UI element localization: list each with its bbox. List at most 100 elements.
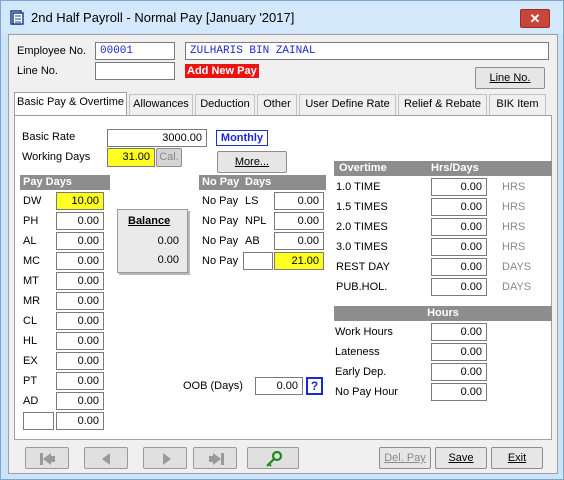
tab-user-define-rate[interactable]: User Define Rate — [299, 94, 396, 115]
pay-day-ad-input[interactable]: 0.00 — [56, 392, 104, 410]
pay-day-mc-input[interactable]: 0.00 — [56, 252, 104, 270]
no-pay-custom-code-input[interactable] — [243, 252, 273, 270]
first-record-button[interactable] — [25, 447, 69, 469]
last-record-button[interactable] — [193, 447, 237, 469]
previous-record-button[interactable] — [84, 447, 128, 469]
employee-no-input[interactable]: 00001 — [95, 42, 175, 60]
pay-day-cl-input[interactable]: 0.00 — [56, 312, 104, 330]
pay-day-hl-input[interactable]: 0.00 — [56, 332, 104, 350]
tab-deduction[interactable]: Deduction — [195, 94, 255, 115]
search-button[interactable] — [247, 447, 299, 469]
no-pay-custom-input[interactable]: 21.00 — [274, 252, 324, 270]
working-days-input[interactable]: 31.00 — [107, 148, 155, 167]
pay-day-pt-input[interactable]: 0.00 — [56, 372, 104, 390]
tab-allowances[interactable]: Allowances — [129, 94, 193, 115]
oob-input[interactable]: 0.00 — [255, 377, 303, 395]
tab-basic-pay-overtime[interactable]: Basic Pay & Overtime — [14, 92, 127, 116]
overtime-unit: HRS — [502, 241, 526, 253]
app-icon — [10, 10, 24, 25]
pay-day-code: CL — [23, 315, 38, 327]
pay-day-al-input[interactable]: 0.00 — [56, 232, 104, 250]
basic-rate-input[interactable]: 3000.00 — [107, 129, 207, 147]
line-no-button[interactable]: Line No. — [475, 67, 545, 89]
key-icon — [266, 451, 283, 467]
pay-day-custom-input[interactable]: 0.00 — [56, 412, 104, 430]
overtime-1-5-input[interactable]: 0.00 — [431, 198, 487, 216]
basic-pay-overtime-panel: Basic Rate 3000.00 Monthly Working Days … — [14, 115, 552, 440]
add-new-pay-label[interactable]: Add New Pay — [185, 64, 259, 78]
hours-label: Work Hours — [335, 326, 393, 338]
pay-day-mt-input[interactable]: 0.00 — [56, 272, 104, 290]
next-record-icon — [163, 453, 171, 465]
pub-hol-input[interactable]: 0.00 — [431, 278, 487, 296]
oob-help-button[interactable]: ? — [306, 377, 323, 395]
close-button[interactable]: ✕ — [520, 9, 550, 28]
overtime-label: 1.0 TIME — [336, 181, 381, 193]
hours-label: Early Dep. — [335, 366, 387, 378]
window-title: 2nd Half Payroll - Normal Pay [January '… — [31, 10, 295, 25]
employee-name-field: ZULHARIS BIN ZAINAL — [185, 42, 549, 60]
cal-button[interactable]: Cal. — [156, 148, 182, 167]
overtime-3-0-input[interactable]: 0.00 — [431, 238, 487, 256]
lateness-input[interactable]: 0.00 — [431, 343, 487, 361]
close-icon: ✕ — [529, 11, 541, 26]
title-bar[interactable]: 2nd Half Payroll - Normal Pay [January '… — [1, 1, 563, 33]
no-pay-prefix: No Pay — [202, 195, 239, 207]
early-dep-input[interactable]: 0.00 — [431, 363, 487, 381]
tab-other[interactable]: Other — [257, 94, 297, 115]
previous-record-icon — [102, 453, 110, 465]
hours-label: Lateness — [335, 346, 380, 358]
pay-day-ex-input[interactable]: 0.00 — [56, 352, 104, 370]
work-hours-input[interactable]: 0.00 — [431, 323, 487, 341]
line-no-input[interactable] — [95, 62, 175, 80]
pay-day-code: PT — [23, 375, 38, 387]
delete-pay-button-label: Del. Pay — [384, 452, 426, 464]
overtime-label: 1.5 TIMES — [336, 201, 388, 213]
pay-day-code: MR — [23, 295, 41, 307]
pay-days-header: Pay Days — [20, 175, 110, 190]
balance-value: 0.00 — [157, 235, 179, 247]
pay-day-code: AL — [23, 235, 37, 247]
no-pay-hour-input[interactable]: 0.00 — [431, 383, 487, 401]
pay-day-code: DW — [23, 195, 42, 207]
overtime-label: REST DAY — [336, 261, 390, 273]
overtime-unit: DAYS — [502, 261, 532, 273]
line-no-button-label: Line No. — [489, 72, 531, 84]
pay-day-mr-input[interactable]: 0.00 — [56, 292, 104, 310]
overtime-label: PUB.HOL. — [336, 281, 388, 293]
pay-day-dw-input[interactable]: 10.00 — [56, 192, 104, 210]
more-button[interactable]: More... — [217, 151, 287, 173]
next-record-button[interactable] — [143, 447, 187, 469]
no-pay-prefix: No Pay — [202, 215, 239, 227]
overtime-1-0-input[interactable]: 0.00 — [431, 178, 487, 196]
tab-bik-item[interactable]: BIK Item — [489, 94, 546, 115]
no-pay-code: NPL — [245, 215, 267, 227]
more-button-label: More... — [234, 156, 270, 168]
no-pay-ab-input[interactable]: 0.00 — [274, 232, 324, 250]
basic-rate-label: Basic Rate — [22, 131, 76, 143]
no-pay-ls-input[interactable]: 0.00 — [274, 192, 324, 210]
pay-day-code: MT — [23, 275, 39, 287]
overtime-header-label: Overtime — [339, 162, 387, 174]
exit-button[interactable]: Exit — [491, 447, 543, 469]
no-pay-prefix: No Pay — [202, 255, 239, 267]
pay-day-code: EX — [23, 355, 38, 367]
pay-day-code: MC — [23, 255, 41, 267]
pay-day-custom-code-input[interactable] — [23, 412, 54, 430]
last-record-icon — [209, 453, 224, 465]
hours-header: Hours — [334, 306, 552, 321]
oob-label: OOB (Days) — [183, 380, 243, 392]
exit-button-label: Exit — [507, 452, 527, 464]
delete-pay-button[interactable]: Del. Pay — [379, 447, 431, 469]
pay-day-ph-input[interactable]: 0.00 — [56, 212, 104, 230]
rest-day-input[interactable]: 0.00 — [431, 258, 487, 276]
overtime-2-0-input[interactable]: 0.00 — [431, 218, 487, 236]
overtime-unit: HRS — [502, 181, 526, 193]
no-pay-code: AB — [245, 235, 260, 247]
hours-label: No Pay Hour — [335, 386, 398, 398]
save-button[interactable]: Save — [435, 447, 487, 469]
employee-no-label: Employee No. — [17, 45, 87, 57]
tab-relief-rebate[interactable]: Relief & Rebate — [398, 94, 487, 115]
no-pay-npl-input[interactable]: 0.00 — [274, 212, 324, 230]
save-button-label: Save — [448, 452, 474, 464]
